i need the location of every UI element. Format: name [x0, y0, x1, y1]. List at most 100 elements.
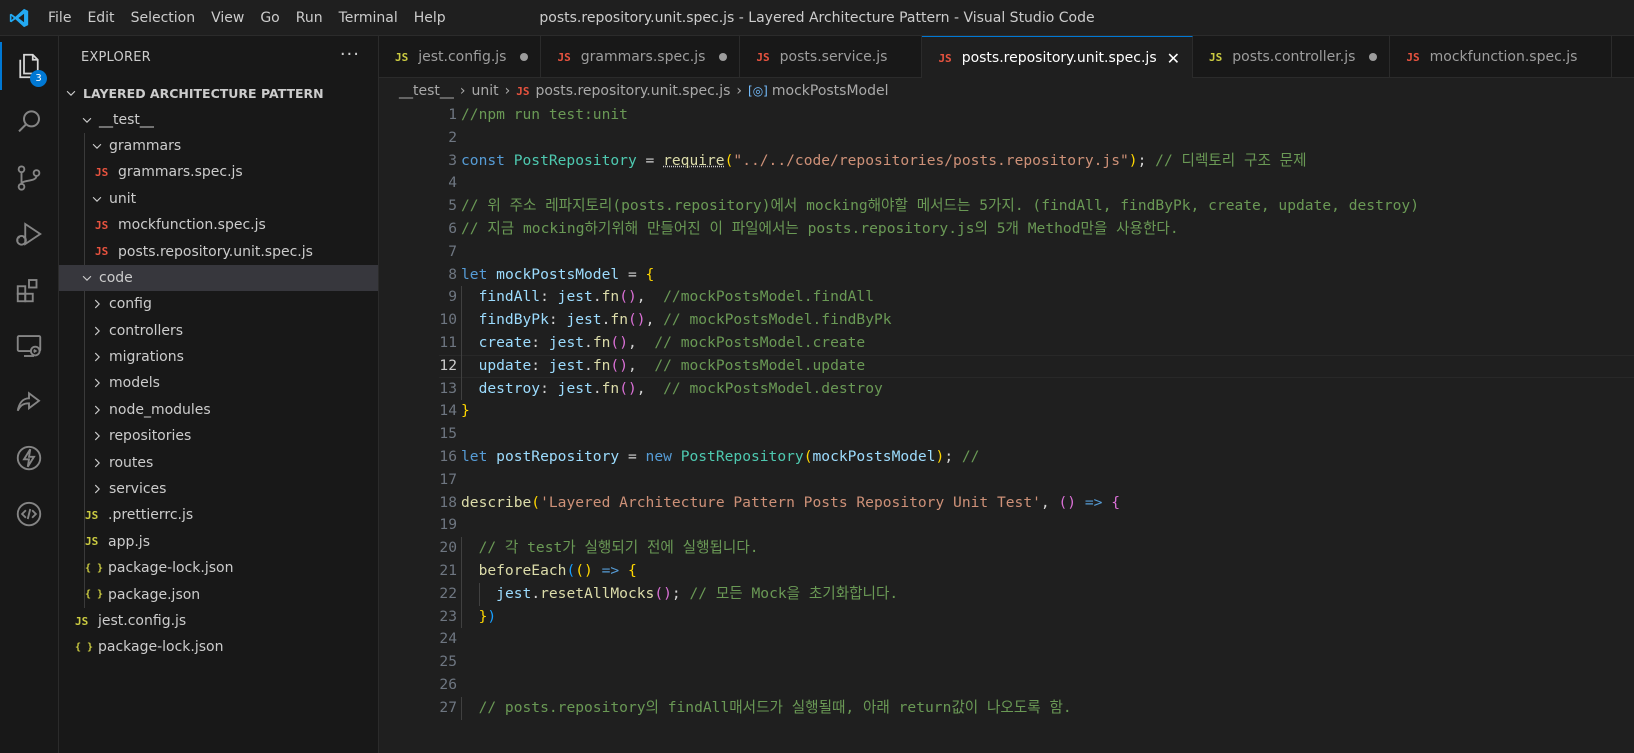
code-line[interactable]: 20 // 각 test가 실행되기 전에 실행됩니다. — [379, 537, 1634, 560]
code-line[interactable]: 8 let mockPostsModel = { — [379, 264, 1634, 287]
code-line[interactable]: 13 destroy: jest.fn(), // mockPostsModel… — [379, 377, 1634, 401]
breadcrumb-test-folder[interactable]: __test__ — [399, 83, 454, 99]
tree-file[interactable]: JS jest.config.js — [59, 608, 378, 634]
editor-tab[interactable]: JS mockfunction.spec.js — [1390, 36, 1613, 78]
code-token: () — [627, 311, 646, 329]
menu-go[interactable]: Go — [252, 0, 287, 36]
code-line[interactable]: 12 update: jest.fn(), // mockPostsModel.… — [379, 354, 1634, 378]
code-line[interactable]: 7 — [379, 241, 1634, 264]
code-line[interactable]: 11 create: jest.fn(), // mockPostsModel.… — [379, 332, 1634, 355]
tree-file[interactable]: { } package-lock.json — [59, 555, 378, 582]
close-icon[interactable]: ✕ — [1167, 49, 1180, 68]
js-file-icon: JS — [756, 50, 770, 64]
code-line[interactable]: 17 — [379, 469, 1634, 492]
source-control-icon[interactable] — [0, 154, 58, 202]
menu-run[interactable]: Run — [288, 0, 331, 36]
live-share-icon[interactable] — [0, 378, 58, 426]
code-line[interactable]: 5// 위 주소 레파지토리(posts.repository)에서 mocki… — [379, 195, 1634, 218]
tree-folder[interactable]: LAYERED ARCHITECTURE PATTERN — [59, 80, 378, 106]
run-debug-icon[interactable] — [0, 210, 58, 258]
explorer-header: EXPLORER ··· — [59, 36, 378, 80]
tree-folder[interactable]: controllers — [59, 317, 378, 344]
menu-selection[interactable]: Selection — [123, 0, 204, 36]
chevron-right-icon — [89, 323, 105, 339]
code-line[interactable]: 9 findAll: jest.fn(), //mockPostsModel.f… — [379, 286, 1634, 310]
vscode-logo-icon[interactable] — [8, 7, 30, 29]
more-actions-icon[interactable]: ··· — [340, 44, 360, 65]
code-line[interactable]: 16 let postRepository = new PostRepositor… — [379, 446, 1634, 469]
search-icon[interactable] — [0, 98, 58, 146]
editor-tab[interactable]: JS posts.controller.js — [1193, 36, 1391, 78]
tree-file[interactable]: { } package.json — [59, 581, 378, 608]
menu-file[interactable]: File — [40, 0, 79, 36]
menu-view[interactable]: View — [203, 0, 252, 36]
line-number: 4 — [448, 174, 457, 192]
unsaved-dot-icon[interactable] — [520, 53, 529, 61]
code-token: mockPostsModel — [496, 265, 620, 283]
editor-tab[interactable]: JS posts.service.js — [740, 36, 923, 78]
code-line[interactable]: 19 — [379, 514, 1634, 537]
window-title: posts.repository.unit.spec.js - Layered … — [539, 10, 1095, 26]
tree-file[interactable]: JS grammars.spec.js — [59, 159, 378, 186]
editor-tab[interactable]: JS grammars.spec.js — [541, 36, 741, 78]
code-line[interactable]: 18 describe('Layered Architecture Pattern… — [379, 492, 1634, 515]
tree-folder[interactable]: __test__ — [59, 106, 378, 132]
tree-file[interactable]: JS .prettierrc.js — [59, 502, 378, 529]
unsaved-dot-icon[interactable] — [719, 53, 728, 61]
code-line[interactable]: 26 — [379, 674, 1634, 697]
tree-item-label: grammars.spec.js — [118, 164, 243, 181]
tree-file[interactable]: JS posts.repository.unit.spec.js — [59, 238, 378, 265]
code-line[interactable]: 22 jest.resetAllMocks(); // 모든 Mock을 초기화… — [379, 582, 1634, 606]
breadcrumb-file[interactable]: posts.repository.unit.spec.js — [535, 83, 730, 99]
tree-folder[interactable]: services — [59, 475, 378, 503]
editor-tab[interactable]: JS jest.config.js — [379, 36, 542, 78]
tree-file[interactable]: JS mockfunction.spec.js — [59, 211, 378, 239]
remote-explorer-icon[interactable] — [0, 322, 58, 370]
code-line[interactable]: 14} — [379, 400, 1634, 423]
breadcrumb-unit-folder[interactable]: unit — [472, 83, 499, 99]
menu-help[interactable]: Help — [406, 0, 454, 36]
code-line[interactable]: 4 — [379, 172, 1634, 195]
code-token: describe — [461, 493, 532, 511]
code-line[interactable]: 6// 지금 mocking하기위해 만들어진 이 파일에서는 posts.re… — [379, 218, 1634, 241]
tree-folder[interactable]: unit — [59, 185, 378, 212]
code-line[interactable]: 25 — [379, 651, 1634, 674]
tree-folder[interactable]: node_modules — [59, 396, 378, 424]
code-line[interactable]: 3 const PostRepository = require("../../c… — [379, 150, 1634, 173]
extensions-icon[interactable] — [0, 266, 58, 314]
tree-folder[interactable]: models — [59, 370, 378, 397]
menu-terminal[interactable]: Terminal — [331, 0, 406, 36]
explorer-icon[interactable]: 3 — [0, 42, 58, 90]
tree-folder[interactable]: routes — [59, 449, 378, 476]
tree-folder[interactable]: code — [59, 264, 378, 292]
unsaved-dot-icon[interactable] — [1369, 53, 1378, 61]
tree-folder[interactable]: migrations — [59, 343, 378, 371]
code-token: ; — [1137, 151, 1156, 169]
code-line[interactable]: 15 — [379, 423, 1634, 446]
menu-edit[interactable]: Edit — [79, 0, 122, 36]
tree-folder[interactable]: config — [59, 291, 378, 318]
code-token: let — [461, 265, 497, 283]
tree-file[interactable]: JS app.js — [59, 528, 378, 556]
thunder-client-icon[interactable] — [0, 434, 58, 482]
code-token: () — [610, 356, 628, 374]
tree-folder[interactable]: grammars — [59, 132, 378, 160]
breadcrumb-symbol[interactable]: mockPostsModel — [772, 83, 889, 99]
code-token: PostRepository — [513, 151, 637, 169]
code-line[interactable]: 2 — [379, 127, 1634, 150]
variable-symbol-icon: [◎] — [748, 84, 768, 98]
editor-tab[interactable]: JS posts.repository.unit.spec.js ✕ — [922, 36, 1194, 79]
code-line[interactable]: 23 }) — [379, 605, 1634, 629]
code-token: = — [619, 265, 646, 283]
code-line[interactable]: 24 — [379, 628, 1634, 651]
code-line[interactable]: 1//npm run test:unit — [379, 104, 1634, 127]
tree-folder[interactable]: repositories — [59, 423, 378, 450]
code-line[interactable]: 10 findByPk: jest.fn(), // mockPostsMode… — [379, 309, 1634, 332]
code-line[interactable]: 27 // posts.repository의 findAll매서드가 실행될때… — [379, 696, 1634, 720]
api-icon[interactable] — [0, 490, 58, 538]
tree-file[interactable]: { } package-lock.json — [59, 634, 378, 660]
code-editor[interactable]: 1//npm run test:unit 2 3 const PostReposito… — [379, 104, 1634, 753]
code-line[interactable]: 21 beforeEach(() => { — [379, 560, 1634, 583]
